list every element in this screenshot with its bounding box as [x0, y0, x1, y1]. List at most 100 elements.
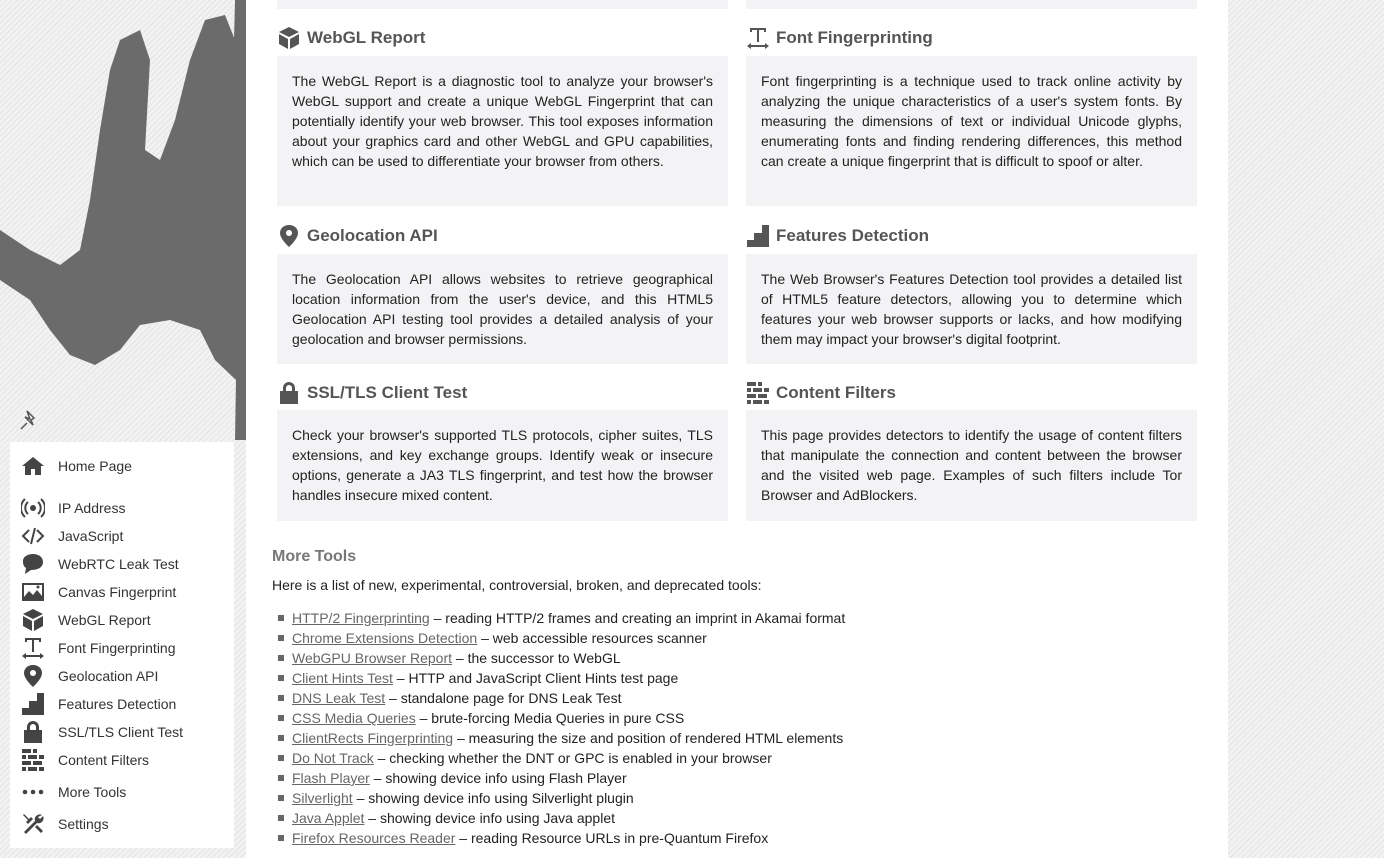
sidebar-item-label: Font Fingerprinting — [58, 640, 176, 656]
sidebar-item-features-detection[interactable]: Features Detection — [20, 690, 176, 718]
map-pin-icon — [277, 224, 307, 248]
tool-link[interactable]: Silverlight — [292, 788, 353, 808]
sidebar-item-ssl-tls-client-test[interactable]: SSL/TLS Client Test — [20, 718, 183, 746]
card-previous — [746, 0, 1197, 9]
list-item: DNS Leak Test – standalone page for DNS … — [278, 688, 845, 708]
bullet-icon — [278, 795, 284, 801]
card-title-text: Features Detection — [776, 226, 930, 245]
card-description-content-filters: This page provides detectors to identify… — [746, 410, 1197, 521]
chat-icon — [20, 551, 46, 577]
bullet-icon — [278, 695, 284, 701]
tool-link[interactable]: DNS Leak Test — [292, 688, 385, 708]
bullet-icon — [278, 715, 284, 721]
list-item: Firefox Resources Reader – reading Resou… — [278, 828, 845, 848]
sidebar-item-label: Settings — [58, 816, 109, 832]
tool-link[interactable]: ClientRects Fingerprinting — [292, 728, 453, 748]
sidebar-item-label: IP Address — [58, 500, 126, 516]
bullet-icon — [278, 835, 284, 841]
tool-description: – the successor to WebGL — [452, 650, 621, 666]
cube-icon — [277, 26, 307, 50]
card-title-features-detection[interactable]: Features Detection — [746, 224, 929, 248]
list-item: Java Applet – showing device info using … — [278, 808, 845, 828]
tool-link[interactable]: Chrome Extensions Detection — [292, 628, 477, 648]
card-title-webgl-report[interactable]: WebGL Report — [277, 26, 425, 50]
card-description-features-detection: The Web Browser's Features Detection too… — [746, 254, 1197, 364]
bullet-icon — [278, 655, 284, 661]
main-content: WebGL Report The WebGL Report is a diagno… — [246, 0, 1228, 858]
card-title-text: WebGL Report — [307, 28, 426, 47]
card-title-content-filters[interactable]: Content Filters — [746, 381, 896, 405]
sidebar-item-font-fingerprinting[interactable]: Font Fingerprinting — [20, 634, 176, 662]
list-item: Chrome Extensions Detection – web access… — [278, 628, 845, 648]
sidebar-item-canvas-fingerprint[interactable]: Canvas Fingerprint — [20, 578, 176, 606]
tool-link[interactable]: WebGPU Browser Report — [292, 648, 452, 668]
bullet-icon — [278, 815, 284, 821]
card-title-text: SSL/TLS Client Test — [307, 383, 468, 402]
tool-link[interactable]: HTTP/2 Fingerprinting — [292, 608, 430, 628]
tool-link[interactable]: Do Not Track — [292, 748, 374, 768]
bullet-icon — [278, 635, 284, 641]
broadcast-icon — [20, 495, 46, 521]
map-pin-icon — [20, 663, 46, 689]
sidebar-item-label: JavaScript — [58, 528, 124, 544]
text-width-icon — [20, 635, 46, 661]
sidebar-item-ip-address[interactable]: IP Address — [20, 494, 125, 522]
card-title-text: Font Fingerprinting — [776, 28, 933, 47]
tool-description: – measuring the size and position of ren… — [453, 730, 844, 746]
brick-wall-icon — [746, 381, 776, 405]
sidebar-item-webrtc-leak-test[interactable]: WebRTC Leak Test — [20, 550, 179, 578]
sidebar-item-label: Home Page — [58, 458, 132, 474]
ellipsis-icon — [20, 779, 46, 805]
card-description-ssl-tls-client-test: Check your browser's supported TLS proto… — [277, 410, 728, 521]
card-description-font-fingerprinting: Font fingerprinting is a technique used … — [746, 56, 1197, 206]
bullet-icon — [278, 735, 284, 741]
tool-description: – showing device info using Silverlight … — [352, 790, 634, 806]
tools-icon — [20, 811, 46, 837]
card-title-font-fingerprinting[interactable]: Font Fingerprinting — [746, 26, 933, 50]
sidebar-item-geolocation-api[interactable]: Geolocation API — [20, 662, 158, 690]
text-width-icon — [746, 26, 776, 50]
card-title-geolocation-api[interactable]: Geolocation API — [277, 224, 438, 248]
tool-description: – brute-forcing Media Queries in pure CS… — [415, 710, 685, 726]
list-item: ClientRects Fingerprinting – measuring t… — [278, 728, 845, 748]
sidebar-item-content-filters[interactable]: Content Filters — [20, 746, 149, 774]
sidebar-item-javascript[interactable]: JavaScript — [20, 522, 123, 550]
tool-description: – standalone page for DNS Leak Test — [385, 690, 622, 706]
sidebar-item-label: More Tools — [58, 784, 127, 800]
image-icon — [20, 579, 46, 605]
tool-link[interactable]: Flash Player — [292, 768, 370, 788]
list-item: WebGPU Browser Report – the successor to… — [278, 648, 845, 668]
sidebar-item-label: Geolocation API — [58, 668, 159, 684]
tool-link[interactable]: Firefox Resources Reader — [292, 828, 455, 848]
tool-description: – HTTP and JavaScript Client Hints test … — [392, 670, 679, 686]
list-item: Flash Player – showing device info using… — [278, 768, 845, 788]
tool-link[interactable]: CSS Media Queries — [292, 708, 416, 728]
tool-description: – reading Resource URLs in pre-Quantum F… — [455, 830, 769, 846]
sidebar-item-settings[interactable]: Settings — [20, 810, 109, 838]
card-description-webgl-report: The WebGL Report is a diagnostic tool to… — [277, 56, 728, 206]
list-item: Client Hints Test – HTTP and JavaScript … — [278, 668, 845, 688]
more-tools-intro: Here is a list of new, experimental, con… — [272, 577, 762, 593]
sidebar-item-label: Canvas Fingerprint — [58, 584, 177, 600]
sidebar-item-webgl-report[interactable]: WebGL Report — [20, 606, 151, 634]
sidebar-nav: Home Page IP Address JavaScript WebRTC Leak… — [10, 442, 234, 848]
card-previous — [277, 0, 728, 9]
tool-link[interactable]: Java Applet — [292, 808, 364, 828]
card-title-ssl-tls-client-test[interactable]: SSL/TLS Client Test — [277, 381, 467, 405]
sidebar-item-home-page[interactable]: Home Page — [20, 452, 132, 480]
brick-wall-icon — [20, 747, 46, 773]
list-item: Do Not Track – checking whether the DNT … — [278, 748, 845, 768]
lock-icon — [277, 381, 307, 405]
stairs-icon — [20, 691, 46, 717]
list-item: Silverlight – showing device info using … — [278, 788, 845, 808]
sidebar-item-label: WebGL Report — [58, 612, 151, 628]
tool-link[interactable]: Client Hints Test — [292, 668, 393, 688]
sidebar-item-more-tools[interactable]: More Tools — [20, 778, 126, 806]
more-tools-heading: More Tools — [272, 548, 357, 565]
tool-description: – web accessible resources scanner — [477, 630, 707, 646]
more-tools-list: HTTP/2 Fingerprinting – reading HTTP/2 f… — [278, 608, 845, 848]
card-title-text: Geolocation API — [307, 226, 438, 245]
pin-icon[interactable] — [18, 408, 42, 432]
card-description-geolocation-api: The Geolocation API allows websites to r… — [277, 254, 728, 364]
tool-description: – showing device info using Flash Player — [369, 770, 627, 786]
